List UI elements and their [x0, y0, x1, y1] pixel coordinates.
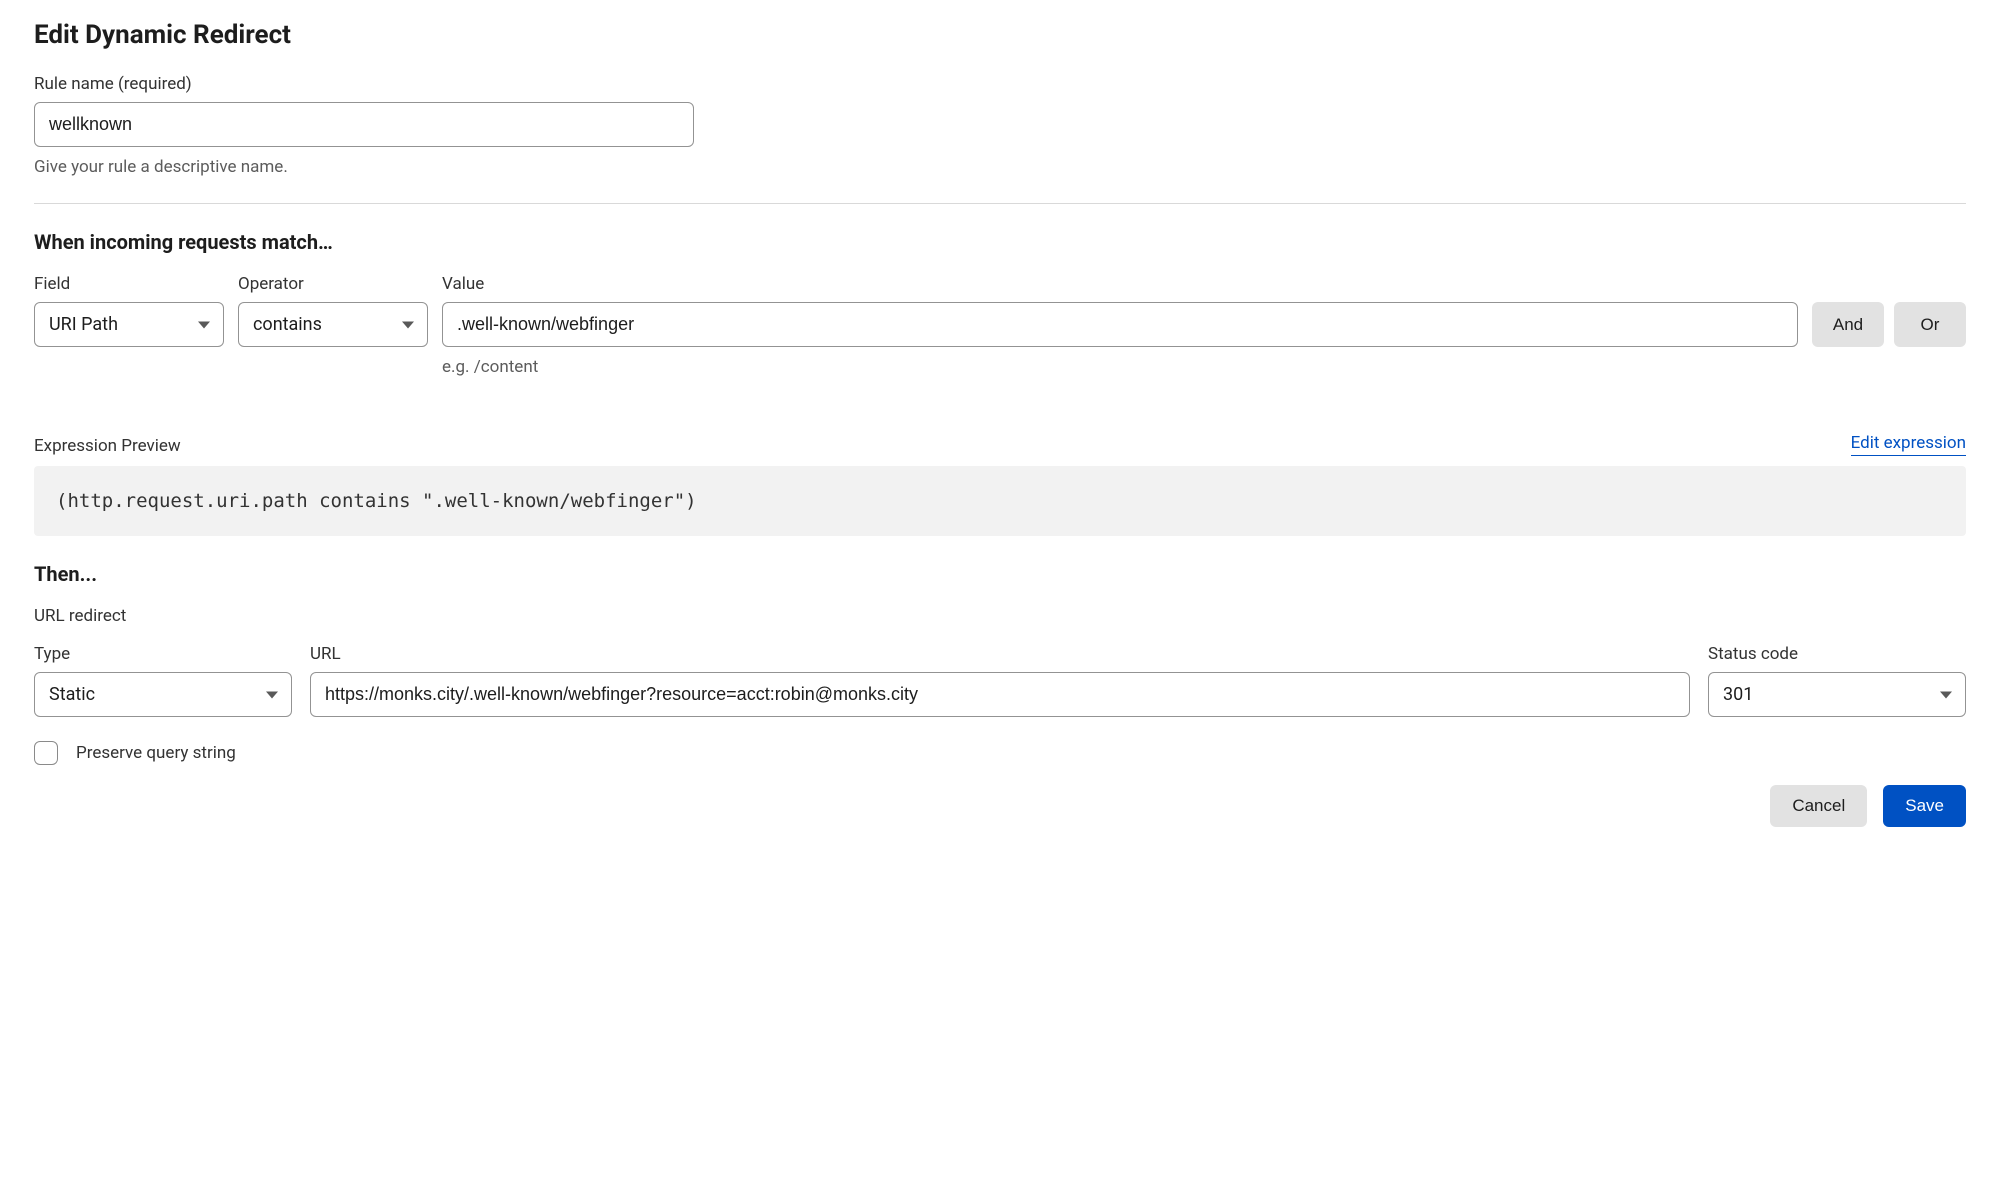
operator-select[interactable]: contains: [238, 302, 428, 347]
save-button[interactable]: Save: [1883, 785, 1966, 827]
type-select[interactable]: Static: [34, 672, 292, 717]
then-heading: Then...: [34, 562, 1966, 586]
rule-name-helper: Give your rule a descriptive name.: [34, 157, 1966, 177]
value-input[interactable]: [442, 302, 1798, 347]
edit-expression-link[interactable]: Edit expression: [1851, 433, 1966, 456]
rule-name-input[interactable]: [34, 102, 694, 147]
redirect-row: Type Static URL Status code 301: [34, 644, 1966, 717]
preserve-query-checkbox[interactable]: [34, 741, 58, 765]
rule-name-label: Rule name (required): [34, 74, 1966, 94]
expression-preview-box: (http.request.uri.path contains ".well-k…: [34, 466, 1966, 536]
status-label: Status code: [1708, 644, 1966, 664]
status-select-value: 301: [1708, 672, 1966, 717]
field-label: Field: [34, 274, 224, 294]
url-label: URL: [310, 644, 1690, 664]
field-select[interactable]: URI Path: [34, 302, 224, 347]
expression-preview-label: Expression Preview: [34, 436, 181, 456]
and-button[interactable]: And: [1812, 302, 1884, 347]
cancel-button[interactable]: Cancel: [1770, 785, 1867, 827]
status-select[interactable]: 301: [1708, 672, 1966, 717]
type-select-value: Static: [34, 672, 292, 717]
preserve-query-label: Preserve query string: [76, 743, 236, 763]
conditions-heading: When incoming requests match…: [34, 230, 1966, 254]
divider: [34, 203, 1966, 204]
url-input[interactable]: [310, 672, 1690, 717]
operator-label: Operator: [238, 274, 428, 294]
url-redirect-label: URL redirect: [34, 606, 1966, 626]
value-label: Value: [442, 274, 1798, 294]
operator-select-value: contains: [238, 302, 428, 347]
value-hint: e.g. /content: [442, 357, 1798, 377]
type-label: Type: [34, 644, 292, 664]
condition-row: Field URI Path Operator contains Value e…: [34, 274, 1966, 377]
page-title: Edit Dynamic Redirect: [34, 20, 1966, 50]
or-button[interactable]: Or: [1894, 302, 1966, 347]
field-select-value: URI Path: [34, 302, 224, 347]
